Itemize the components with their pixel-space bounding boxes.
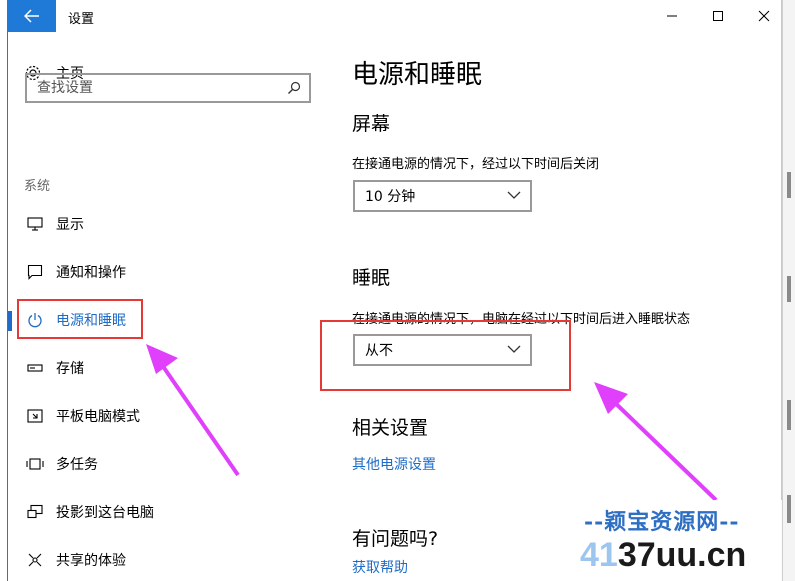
search-box[interactable]: [25, 73, 311, 103]
dropdown-value: 10 分钟: [365, 189, 416, 205]
sleep-heading: 睡眠: [352, 267, 391, 289]
watermark-domain: 37uu.cn: [617, 536, 747, 574]
screen-heading: 屏幕: [352, 113, 391, 135]
shared-experience-icon: [26, 551, 44, 569]
sidebar-item-shared-experience[interactable]: 共享的体验: [8, 540, 328, 580]
watermark-line2: 4137uu.cn: [580, 536, 746, 575]
additional-power-settings-link[interactable]: 其他电源设置: [352, 454, 436, 474]
get-help-link[interactable]: 获取帮助: [352, 557, 408, 577]
sidebar-item-label: 存储: [56, 361, 84, 377]
sidebar-item-label: 投影到这台电脑: [56, 505, 154, 521]
sidebar-item-multitasking[interactable]: 多任务: [8, 444, 328, 484]
page-title: 电源和睡眠: [352, 60, 483, 90]
background-window-edge: [782, 0, 795, 581]
title-bar: 设置: [8, 0, 781, 32]
search-input[interactable]: [27, 79, 279, 97]
notification-icon: [26, 263, 44, 281]
sidebar-item-label: 显示: [56, 217, 84, 233]
sidebar-item-label: 共享的体验: [56, 553, 126, 569]
chevron-down-icon: [507, 191, 521, 199]
help-heading: 有问题吗?: [352, 528, 439, 550]
settings-window: 设置 主页 系统 显示 通知和操: [7, 0, 782, 581]
watermark-prefix: 41: [580, 536, 618, 574]
project-icon: [26, 503, 44, 521]
tablet-mode-icon: [26, 407, 44, 425]
sidebar-item-project[interactable]: 投影到这台电脑: [8, 492, 328, 532]
related-settings-heading: 相关设置: [352, 417, 429, 439]
sidebar-item-label: 多任务: [56, 457, 98, 473]
back-button[interactable]: [8, 0, 56, 32]
display-icon: [26, 215, 44, 233]
screen-timeout-dropdown[interactable]: 10 分钟: [353, 180, 532, 212]
sidebar-item-storage[interactable]: 存储: [8, 348, 328, 388]
multitasking-icon: [26, 455, 44, 473]
maximize-button[interactable]: [695, 0, 741, 32]
minimize-button[interactable]: [649, 0, 695, 32]
active-indicator: [8, 311, 12, 331]
highlight-box-sleep: [320, 320, 571, 391]
storage-icon: [26, 359, 44, 377]
screen-description: 在接通电源的情况下，经过以下时间后关闭: [352, 157, 600, 172]
back-arrow-icon: [24, 9, 39, 23]
section-label-system: 系统: [24, 179, 51, 194]
sidebar-item-label: 通知和操作: [56, 265, 126, 281]
window-title: 设置: [68, 12, 95, 27]
search-icon[interactable]: [287, 81, 301, 95]
highlight-box-sidebar: [17, 299, 143, 339]
watermark-line1: --颖宝资源网--: [584, 509, 740, 535]
sidebar-item-tablet-mode[interactable]: 平板电脑模式: [8, 396, 328, 436]
sidebar-item-display[interactable]: 显示: [8, 204, 328, 244]
sidebar-item-notifications[interactable]: 通知和操作: [8, 252, 328, 292]
close-icon: [758, 10, 770, 22]
watermark: --颖宝资源网-- 4137uu.cn: [580, 500, 782, 581]
close-button[interactable]: [741, 0, 787, 32]
minimize-icon: [667, 15, 677, 17]
maximize-icon: [713, 11, 723, 21]
sidebar-item-label: 平板电脑模式: [56, 409, 140, 425]
